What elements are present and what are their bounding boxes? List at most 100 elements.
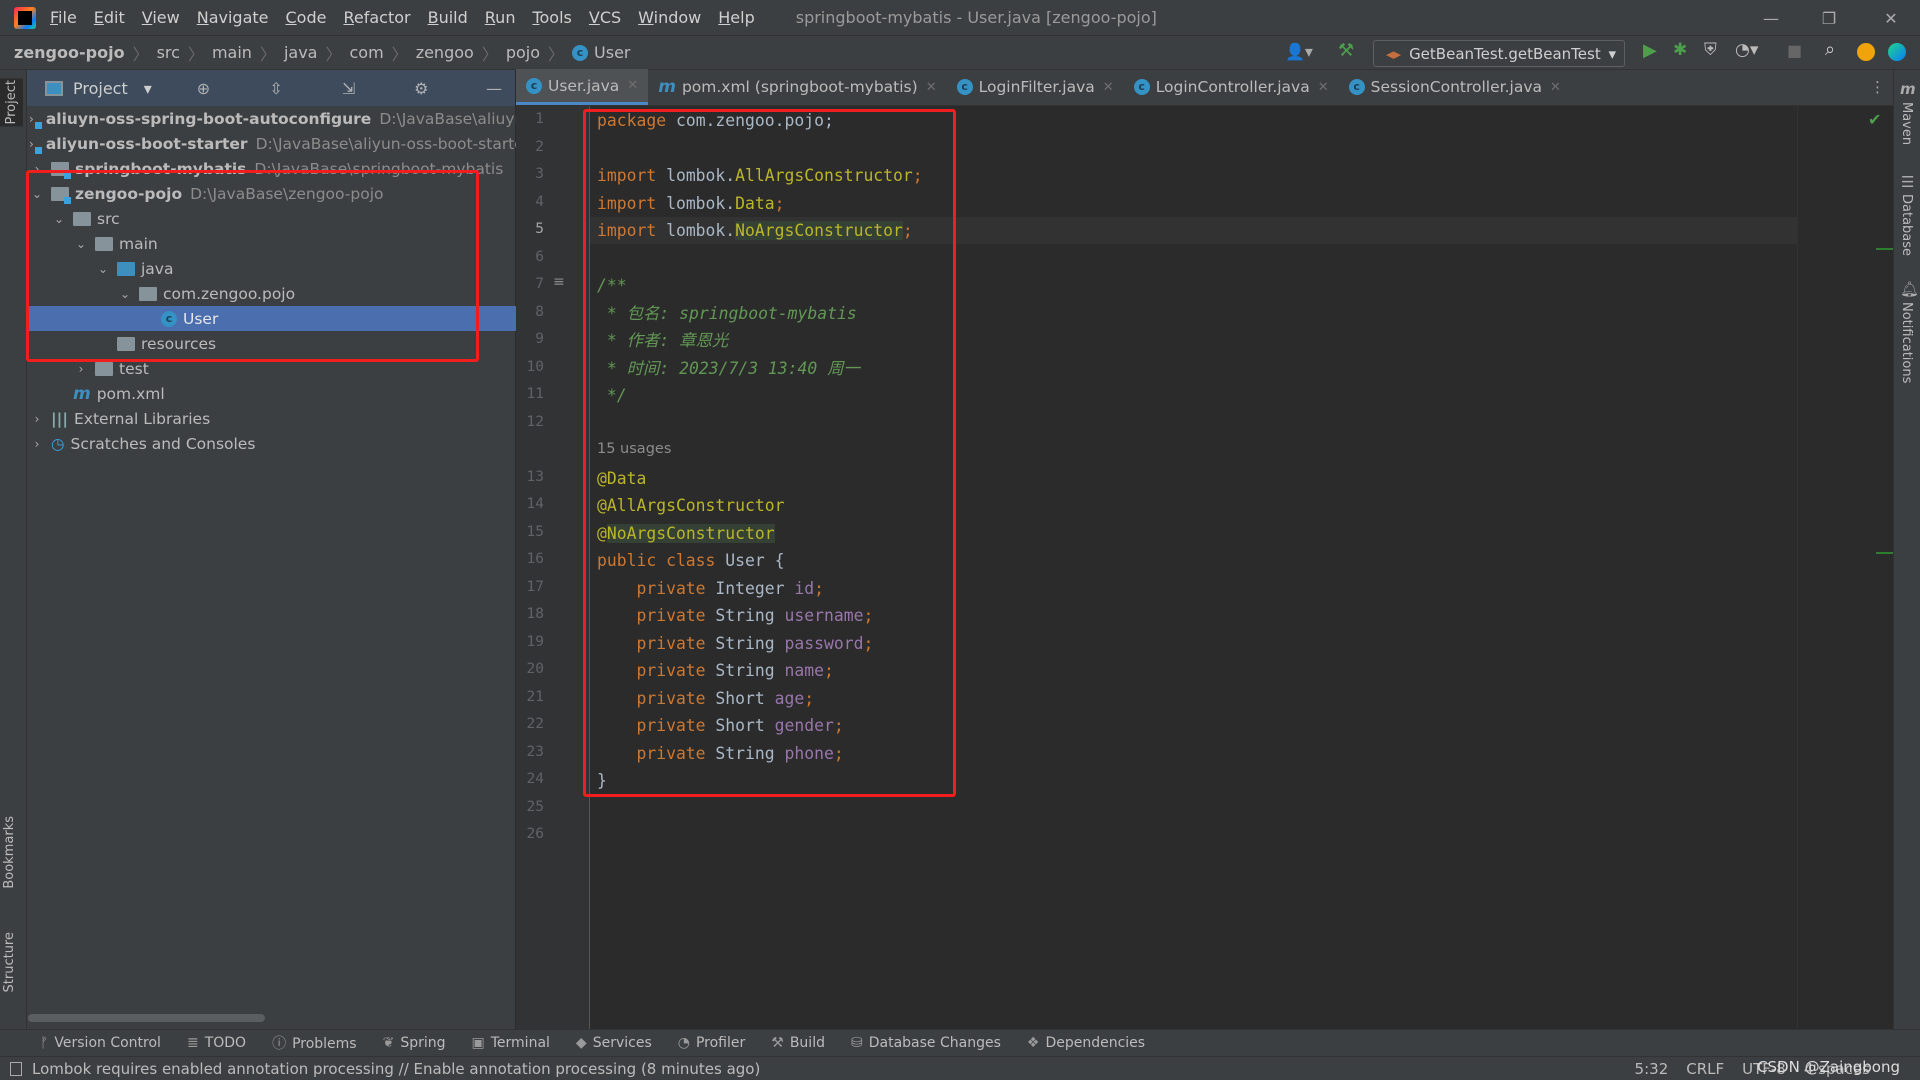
close-tab-icon[interactable]: ✕: [1550, 80, 1561, 95]
notifications-tool-tab[interactable]: Notifications: [1899, 302, 1914, 383]
maven-tool-tab[interactable]: Maven: [1899, 102, 1914, 145]
search-icon[interactable]: ⌕: [1825, 39, 1835, 60]
breadcrumb: zengoo-pojo 〉 src 〉 main 〉 java 〉 com 〉 zengoo 〉 poj…: [14, 41, 631, 65]
stop-icon[interactable]: ■: [1787, 41, 1802, 60]
tool-problems[interactable]: ⓘ Problems: [272, 1033, 357, 1053]
project-view-select[interactable]: Project: [73, 79, 128, 98]
horizontal-scrollbar[interactable]: [28, 1014, 265, 1022]
editor-scroll-area[interactable]: ✔: [1797, 106, 1894, 1029]
gear-icon[interactable]: ⚙: [410, 79, 432, 98]
menu-run[interactable]: Run: [485, 8, 516, 27]
breadcrumb-item[interactable]: User: [594, 43, 630, 62]
menu-vcs[interactable]: VCS: [589, 8, 621, 27]
tab-logincontroller-java[interactable]: c LoginController.java ✕: [1124, 69, 1339, 105]
line-number: 18: [526, 606, 544, 622]
tool-dependencies[interactable]: ❖ Dependencies: [1027, 1035, 1145, 1051]
tab-sessioncontroller-java[interactable]: c SessionController.java ✕: [1339, 69, 1571, 105]
close-tab-icon[interactable]: ✕: [1103, 80, 1114, 95]
tree-item-path: D:\JavaBase\aliyun-oss-boot-starte: [255, 134, 516, 153]
line-number: 19: [526, 633, 544, 650]
tool-services[interactable]: ◆ Services: [576, 1035, 652, 1051]
vcs-user-icon[interactable]: 👤▾: [1285, 42, 1313, 61]
chevron-icon[interactable]: ›: [73, 362, 89, 376]
profile-icon[interactable]: ◔▾: [1735, 40, 1758, 60]
render-doc-icon[interactable]: ≡: [553, 274, 565, 290]
tab-pom-xml[interactable]: m pom.xml (springboot-mybatis) ✕: [648, 69, 946, 105]
menu-window[interactable]: Window: [638, 8, 701, 27]
chevron-icon[interactable]: ›: [29, 437, 45, 451]
more-tabs-icon[interactable]: ⋮: [1870, 78, 1885, 96]
update-icon[interactable]: [1857, 43, 1875, 61]
breadcrumb-item[interactable]: com: [350, 43, 384, 62]
tool-todo[interactable]: ≣ TODO: [187, 1035, 246, 1051]
breadcrumb-item[interactable]: zengoo-pojo: [14, 43, 125, 62]
tool-profiler[interactable]: ◔ Profiler: [678, 1035, 746, 1051]
close-tab-icon[interactable]: ✕: [1318, 80, 1329, 95]
close-tab-icon[interactable]: ✕: [627, 78, 638, 93]
jetbrains-ai-icon[interactable]: [1888, 43, 1906, 61]
structure-tool-tab[interactable]: Structure: [2, 932, 17, 992]
tree-item[interactable]: › ||| External Libraries: [27, 406, 516, 431]
tab-loginfilter-java[interactable]: c LoginFilter.java ✕: [947, 69, 1124, 105]
tool-spring[interactable]: ❦ Spring: [383, 1035, 446, 1051]
menu-edit[interactable]: Edit: [94, 8, 125, 27]
tree-item[interactable]: m pom.xml: [27, 381, 516, 406]
tree-item[interactable]: › ◷ Scratches and Consoles: [27, 431, 516, 456]
status-toggle-icon[interactable]: [10, 1061, 22, 1076]
project-tool-tab[interactable]: Project: [0, 78, 23, 127]
breadcrumb-item[interactable]: main: [212, 43, 252, 62]
maven-icon: m: [1900, 80, 1916, 98]
line-number: 9: [535, 331, 544, 347]
menu-tools[interactable]: Tools: [532, 8, 571, 27]
watermark: CSDN @Zaingbong: [1757, 1058, 1900, 1076]
collapse-all-icon[interactable]: ⇲: [338, 79, 360, 98]
caret-position[interactable]: 5:32: [1635, 1060, 1669, 1078]
tool-terminal[interactable]: ▣ Terminal: [472, 1035, 550, 1051]
run-icon[interactable]: ▶: [1643, 40, 1657, 61]
menu-file[interactable]: File: [50, 8, 77, 27]
tool-label: Dependencies: [1045, 1035, 1146, 1051]
debug-icon[interactable]: ✱: [1673, 40, 1687, 60]
tool-database-changes[interactable]: ⛁ Database Changes: [851, 1035, 1001, 1051]
expand-all-icon[interactable]: ⇳: [265, 79, 287, 98]
breadcrumb-item[interactable]: src: [157, 43, 180, 62]
menu-view[interactable]: View: [142, 8, 180, 27]
tab-user-java[interactable]: c User.java ✕: [516, 69, 649, 105]
line-separator[interactable]: CRLF: [1686, 1060, 1724, 1078]
status-message[interactable]: Lombok requires enabled annotation proce…: [32, 1060, 760, 1078]
intellij-logo-icon[interactable]: [14, 6, 36, 29]
maven-icon: m: [658, 77, 676, 97]
chevron-icon[interactable]: ›: [29, 412, 45, 426]
menu-refactor[interactable]: Refactor: [343, 8, 410, 27]
menu-build[interactable]: Build: [428, 8, 468, 27]
breadcrumb-item[interactable]: pojo: [506, 43, 540, 62]
menu-code[interactable]: Code: [286, 8, 327, 27]
breadcrumb-item[interactable]: java: [284, 43, 318, 62]
tool-build[interactable]: ⚒ Build: [771, 1035, 825, 1051]
breadcrumb-item[interactable]: zengoo: [416, 43, 474, 62]
chevron-icon[interactable]: ›: [29, 112, 34, 126]
run-config-label: GetBeanTest.getBeanTest: [1409, 44, 1601, 63]
chevron-icon[interactable]: ›: [29, 137, 34, 151]
run-configuration-select[interactable]: ◂▸ GetBeanTest.getBeanTest ▾: [1373, 40, 1625, 67]
scratches-icon: ◷: [51, 434, 65, 453]
line-number: 22: [526, 716, 544, 732]
tree-item[interactable]: › aliuyn-oss-spring-boot-autoconfigure D:\…: [27, 106, 516, 131]
locate-icon[interactable]: ⊕: [192, 79, 214, 98]
close-tab-icon[interactable]: ✕: [926, 80, 937, 95]
restore-icon[interactable]: ❐: [1800, 0, 1858, 36]
bookmarks-tool-tab[interactable]: Bookmarks: [2, 816, 17, 889]
minimize-icon[interactable]: —: [1742, 0, 1800, 36]
hide-icon[interactable]: —: [483, 79, 505, 98]
coverage-icon[interactable]: ⛨: [1704, 40, 1717, 60]
dependencies-icon: ❖: [1026, 1035, 1040, 1051]
build-hammer-icon[interactable]: ⚒: [1338, 40, 1354, 61]
breadcrumb-separator: 〉: [548, 44, 565, 64]
database-tool-tab[interactable]: Database: [1899, 194, 1914, 256]
menu-navigate[interactable]: Navigate: [197, 8, 269, 27]
chevron-down-icon[interactable]: ▾: [144, 79, 152, 98]
tree-item[interactable]: › aliyun-oss-boot-starter D:\JavaBase\aliy…: [27, 131, 516, 156]
tool-version-control[interactable]: ᚠ Version Control: [40, 1035, 161, 1051]
close-icon[interactable]: ✕: [1862, 0, 1920, 36]
menu-help[interactable]: Help: [718, 8, 754, 27]
